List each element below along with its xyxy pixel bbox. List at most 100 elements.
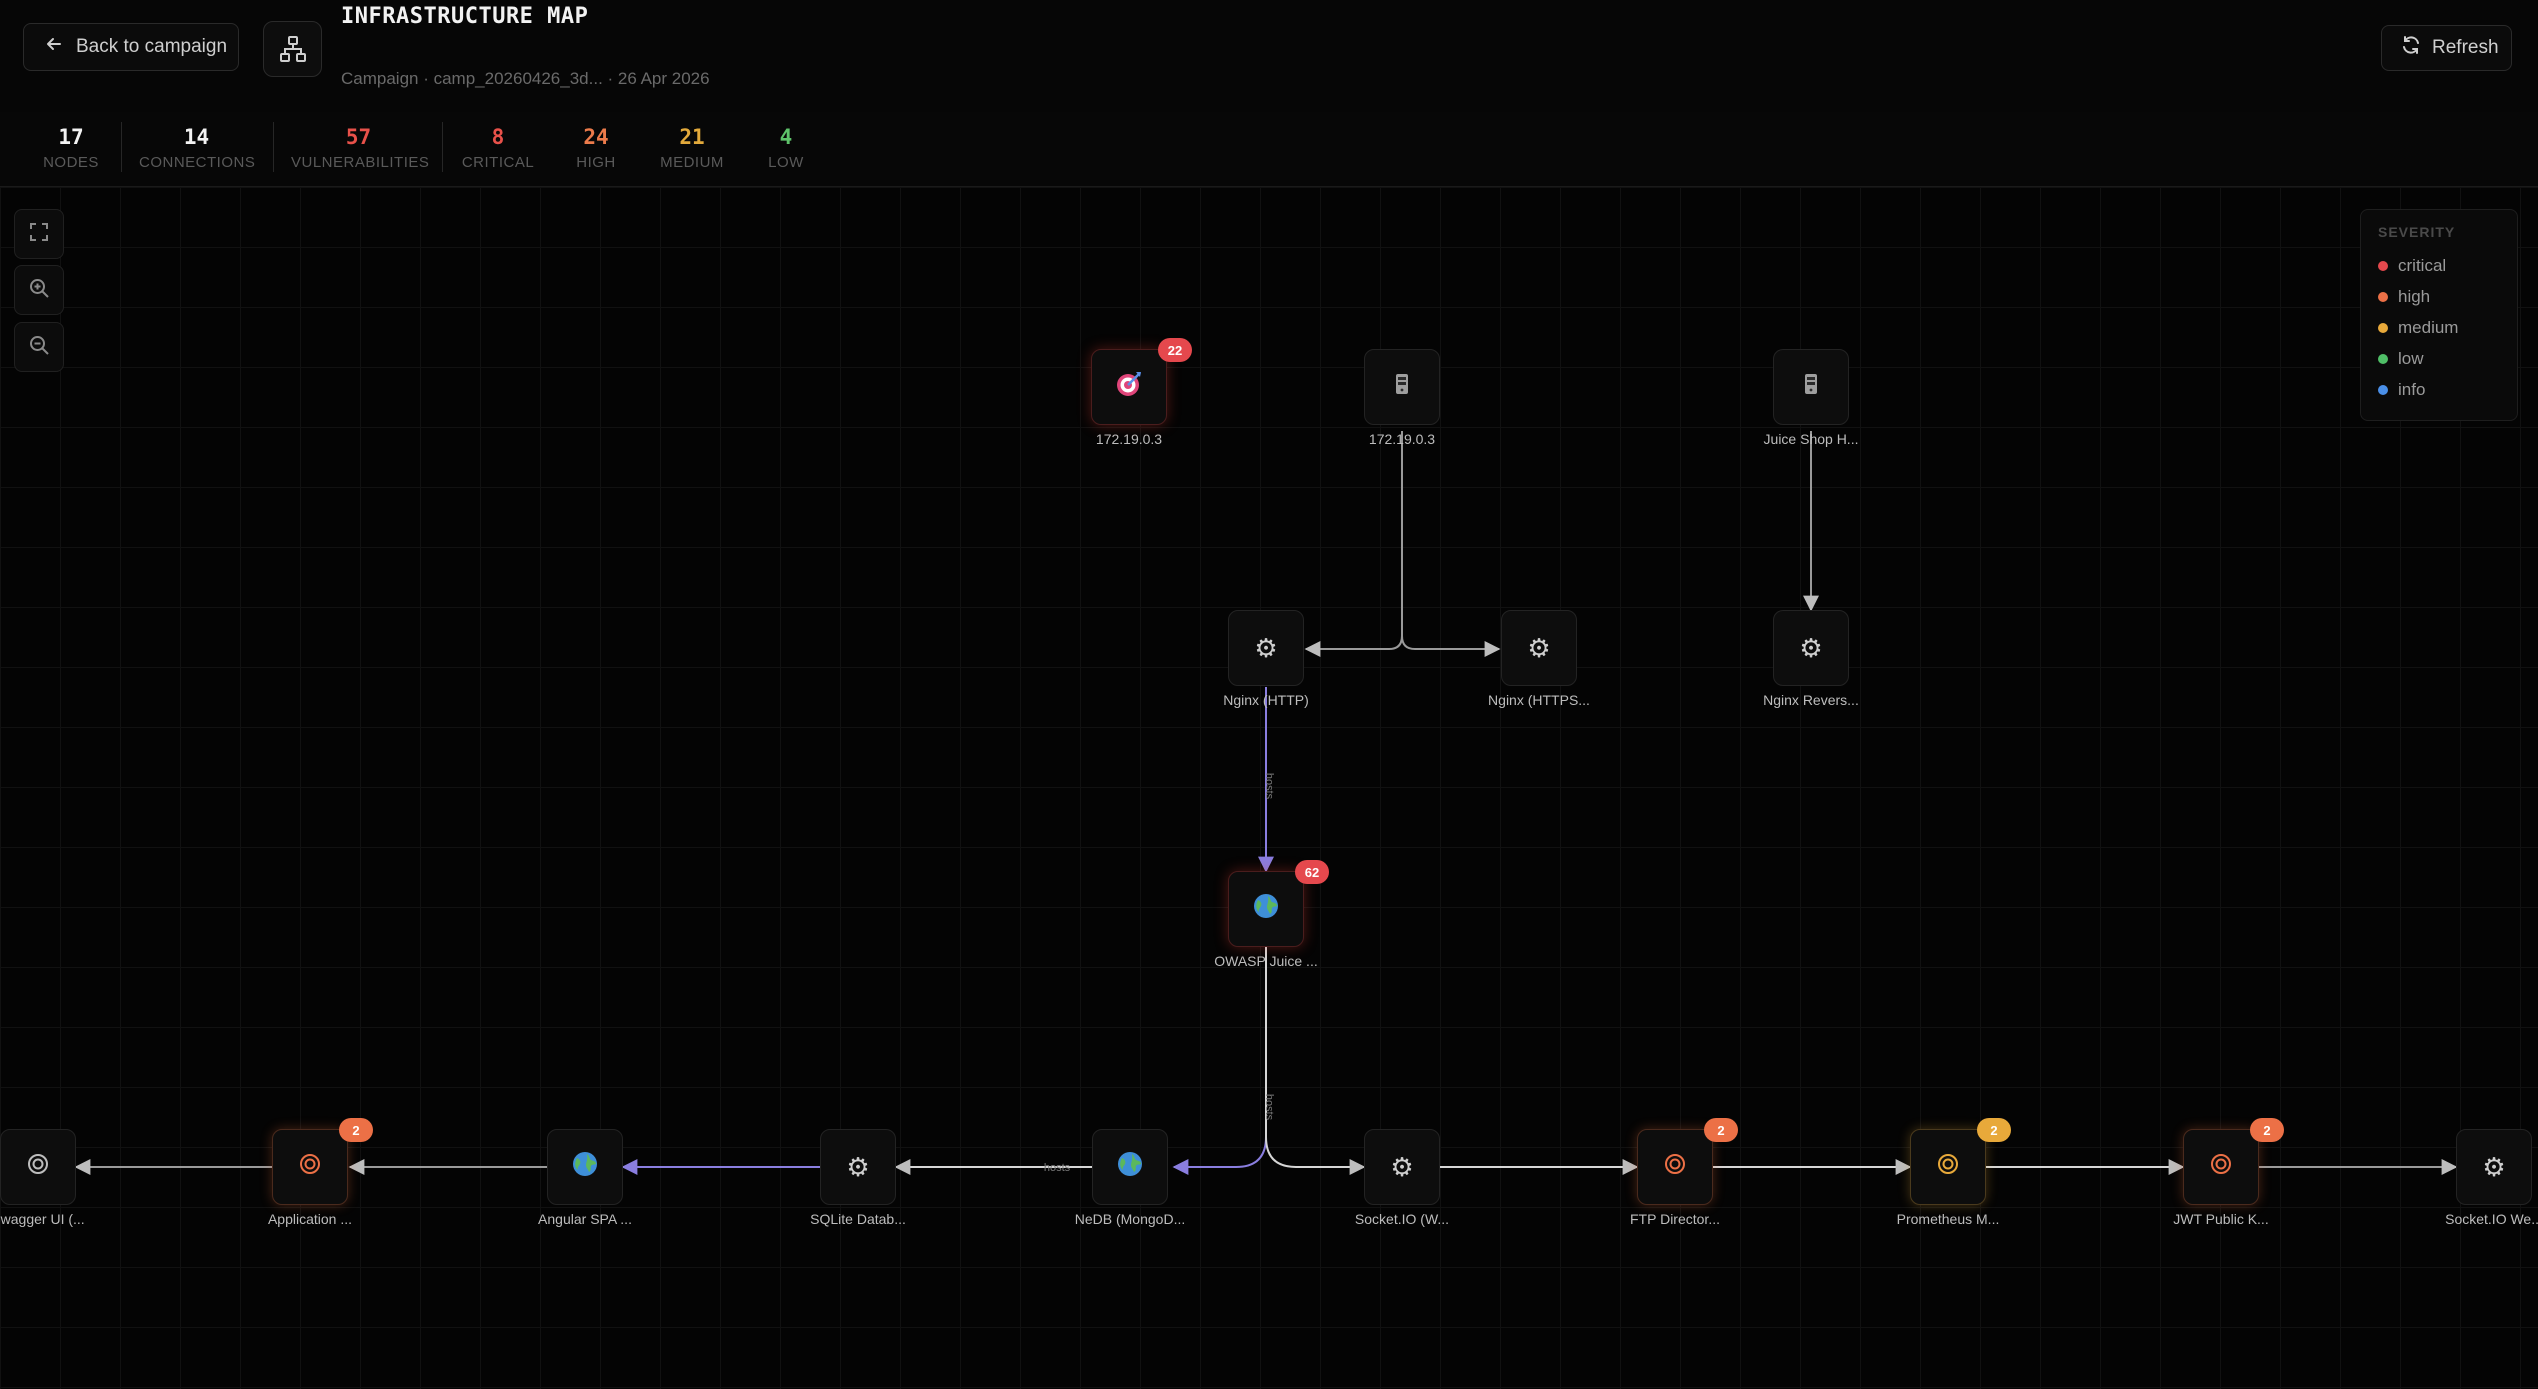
fullscreen-icon (28, 221, 50, 248)
node-box[interactable]: ⚙ (1501, 610, 1577, 686)
graph-node-host1[interactable]: 172.19.0.3 (1302, 349, 1502, 447)
legend-item-high: high (2378, 281, 2500, 312)
node-box[interactable]: 62 (1228, 860, 1329, 947)
vulnerability-count-badge: 2 (2250, 1118, 2284, 1142)
graph-node-ftp[interactable]: 2 FTP Director... (1575, 1118, 1775, 1227)
infrastructure-graph-canvas[interactable]: hosts hosts hosts 22 172.19.0.3 172.19.0… (0, 187, 2538, 1389)
legend-label: critical (2398, 255, 2447, 275)
endpoint-icon (1663, 1152, 1687, 1183)
node-box[interactable]: ⚙ (1364, 1129, 1440, 1205)
globe-icon (1252, 892, 1280, 927)
zoom-in-button[interactable] (14, 265, 64, 315)
node-label: Prometheus M... (1896, 1211, 2000, 1227)
node-box[interactable]: ⚙ (2456, 1129, 2532, 1205)
legend-item-critical: critical (2378, 250, 2500, 281)
graph-node-juice[interactable]: 62 OWASP Juice ... (1166, 860, 1366, 969)
gear-icon: ⚙ (1390, 1151, 1414, 1182)
node-label: Angular SPA ... (538, 1211, 632, 1227)
campaign-subtitle: Campaign · camp_20260426_3d... · 26 Apr … (341, 69, 710, 88)
node-box[interactable]: 2 (272, 1118, 373, 1205)
fit-view-button[interactable] (14, 209, 64, 259)
target-icon (1114, 369, 1144, 406)
node-box[interactable]: 2 (2183, 1118, 2284, 1205)
severity-legend: SEVERITY critical high medium low info (2360, 209, 2518, 421)
back-button-label: Back to campaign (76, 36, 228, 57)
zoom-in-icon (28, 277, 50, 304)
stats-bar: 17 NODES 14 CONNECTIONS 57 VULNERABILITI… (0, 112, 2538, 187)
legend-dot (2378, 291, 2388, 302)
stat-value: 57 (345, 125, 372, 149)
graph-node-sqlite[interactable]: ⚙ SQLite Datab... (758, 1129, 958, 1227)
stat-divider (442, 122, 443, 172)
node-box[interactable] (1773, 349, 1849, 425)
graph-node-nginx-rev[interactable]: ⚙ Nginx Revers... (1711, 610, 1911, 708)
zoom-out-icon (28, 334, 50, 361)
node-box[interactable] (0, 1129, 76, 1205)
stat-low: 4 LOW (756, 124, 816, 171)
node-box[interactable]: 2 (1637, 1118, 1738, 1205)
node-label: Socket.IO We... (2445, 1211, 2538, 1227)
gear-icon: ⚙ (1527, 632, 1551, 663)
node-box[interactable] (1092, 1129, 1168, 1205)
stat-vulnerabilities: 57 VULNERABILITIES (291, 124, 430, 171)
graph-node-socketio-we[interactable]: ⚙ Socket.IO We... (2394, 1129, 2538, 1227)
node-label: SQLite Datab... (810, 1211, 906, 1227)
legend-item-medium: medium (2378, 312, 2500, 343)
node-label: Juice Shop H... (1763, 431, 1859, 447)
graph-node-target[interactable]: 22 172.19.0.3 (1029, 338, 1229, 447)
legend-dot (2378, 384, 2388, 395)
globe-icon (1116, 1150, 1144, 1185)
endpoint-icon (298, 1152, 322, 1183)
refresh-button[interactable]: Refresh (2381, 25, 2512, 71)
edge-label-hosts-2: hosts (1263, 1094, 1275, 1121)
graph-node-prometheus[interactable]: 2 Prometheus M... (1848, 1118, 2048, 1227)
globe-icon (571, 1150, 599, 1185)
node-label: Nginx (HTTP) (1223, 692, 1309, 708)
stat-value: 14 (183, 125, 210, 149)
graph-node-jwt[interactable]: 2 JWT Public K... (2121, 1118, 2321, 1227)
graph-node-angular[interactable]: Angular SPA ... (485, 1129, 685, 1227)
page-header: Back to campaign INFRASTRUCTURE MAP Camp… (0, 0, 2538, 113)
stat-label: NODES (43, 154, 99, 171)
refresh-label: Refresh (2432, 37, 2499, 58)
node-box[interactable]: ⚙ (1773, 610, 1849, 686)
graph-node-nginx-https[interactable]: ⚙ Nginx (HTTPS... (1439, 610, 1639, 708)
back-to-campaign-button[interactable]: Back to campaign (23, 23, 239, 71)
node-box[interactable]: ⚙ (1228, 610, 1304, 686)
legend-label: info (2398, 379, 2426, 399)
stat-connections: 14 CONNECTIONS (139, 124, 255, 171)
legend-dot (2378, 322, 2388, 333)
stat-label: MEDIUM (660, 154, 724, 171)
stat-label: LOW (768, 154, 804, 171)
node-box[interactable]: 2 (1910, 1118, 2011, 1205)
node-label: OWASP Juice ... (1214, 953, 1318, 969)
legend-item-low: low (2378, 343, 2500, 374)
endpoint-icon (2209, 1152, 2233, 1183)
vulnerability-count-badge: 22 (1158, 338, 1192, 362)
graph-node-nedb[interactable]: NeDB (MongoD... (1030, 1129, 1230, 1227)
graph-node-application[interactable]: 2 Application ... (210, 1118, 410, 1227)
stat-value: 8 (491, 125, 505, 149)
zoom-out-button[interactable] (14, 322, 64, 372)
stat-label: HIGH (576, 154, 616, 171)
node-label: Socket.IO (W... (1354, 1211, 1450, 1227)
page-title: INFRASTRUCTURE MAP (341, 4, 589, 29)
node-box[interactable]: 22 (1091, 338, 1192, 425)
node-box[interactable] (547, 1129, 623, 1205)
graph-node-nginx-http[interactable]: ⚙ Nginx (HTTP) (1166, 610, 1366, 708)
stat-label: CRITICAL (461, 154, 535, 171)
node-box[interactable]: ⚙ (820, 1129, 896, 1205)
graph-node-host2[interactable]: Juice Shop H... (1711, 349, 1911, 447)
vulnerability-count-badge: 2 (339, 1118, 373, 1142)
node-box[interactable] (1364, 349, 1440, 425)
legend-title: SEVERITY (2378, 224, 2456, 240)
legend-dot (2378, 260, 2388, 271)
stat-divider (121, 122, 122, 172)
gear-icon: ⚙ (2482, 1151, 2506, 1182)
stat-label: VULNERABILITIES (291, 154, 430, 171)
legend-label: medium (2398, 317, 2459, 337)
graph-node-socketio[interactable]: ⚙ Socket.IO (W... (1302, 1129, 1502, 1227)
network-map-icon (263, 21, 322, 77)
graph-node-swagger[interactable]: Swagger UI (... (0, 1129, 138, 1227)
stat-value: 21 (679, 125, 705, 149)
